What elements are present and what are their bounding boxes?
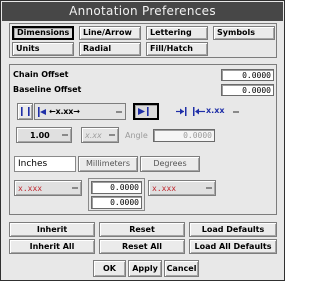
dimension-settings-panel: Chain Offset 0.0000 Baseline Offset 0.00… <box>9 64 277 215</box>
tab-lettering[interactable]: Lettering <box>146 26 208 40</box>
bar-arrow-icon <box>193 107 205 116</box>
ok-button[interactable]: OK <box>93 260 126 277</box>
millimeters-button[interactable]: Millimeters <box>78 156 138 172</box>
arrow-left-toggle-button[interactable] <box>17 103 33 120</box>
tolerance-right-dropdown[interactable]: x.xxx <box>148 180 216 196</box>
angle-label: Angle <box>125 131 148 140</box>
tolerance-values-group: 0.0000 0.0000 <box>88 178 145 211</box>
right-dimension-dropdown-arrow <box>233 111 239 113</box>
arrow-right-toggle-button[interactable] <box>133 103 159 120</box>
dimension-arrow-icon <box>38 107 46 117</box>
angle-style-dropdown-arrow <box>109 134 115 136</box>
bar-left-icon <box>21 107 30 116</box>
right-dimension-glyph: x.xx <box>206 106 225 115</box>
unit-display[interactable]: Inches <box>14 156 76 172</box>
cancel-button[interactable]: Cancel <box>164 260 199 277</box>
tab-radial[interactable]: Radial <box>79 42 141 56</box>
right-dimension-selector[interactable]: x.xx <box>175 105 259 119</box>
chain-offset-field[interactable]: 0.0000 <box>221 69 274 81</box>
tab-units[interactable]: Units <box>12 42 74 56</box>
load-all-defaults-button[interactable]: Load All Defaults <box>189 239 277 254</box>
inherit-all-button[interactable]: Inherit All <box>9 239 95 254</box>
reset-all-button[interactable]: Reset All <box>99 239 185 254</box>
reset-button[interactable]: Reset <box>99 222 185 237</box>
inherit-button[interactable]: Inherit <box>9 222 95 237</box>
tabs-panel: Dimensions Line/Arrow Lettering Symbols … <box>9 23 277 58</box>
load-defaults-button[interactable]: Load Defaults <box>189 222 277 237</box>
text-size-dropdown[interactable]: 1.00 <box>16 127 72 143</box>
angle-style-dropdown[interactable]: x.xx <box>81 127 119 143</box>
tab-symbols[interactable]: Symbols <box>213 26 275 40</box>
window-title: Annotation Preferences <box>2 2 283 21</box>
tolerance-lower-field[interactable]: 0.0000 <box>91 196 142 209</box>
angle-style-glyph: x.xx <box>85 130 102 140</box>
tolerance-upper-field[interactable]: 0.0000 <box>91 181 142 194</box>
arrow-bar-right-icon <box>138 107 149 116</box>
arrow-bar-icon <box>176 107 187 116</box>
tolerance-right-dropdown-arrow <box>206 187 212 189</box>
chain-offset-label: Chain Offset <box>13 70 69 79</box>
baseline-offset-label: Baseline Offset <box>13 85 82 94</box>
degrees-button[interactable]: Degrees <box>140 156 200 172</box>
tolerance-left-glyph: x.xxx <box>18 183 43 193</box>
tolerance-right-glyph: x.xxx <box>152 183 177 193</box>
apply-button[interactable]: Apply <box>128 260 162 277</box>
annotation-preferences-dialog: Annotation Preferences Dimensions Line/A… <box>0 0 285 281</box>
text-size-value: 1.00 <box>30 130 50 140</box>
baseline-offset-field[interactable]: 0.0000 <box>221 84 274 96</box>
tab-dimensions[interactable]: Dimensions <box>12 26 74 40</box>
text-position-dropdown-arrow <box>116 111 122 113</box>
tab-line-arrow[interactable]: Line/Arrow <box>79 26 141 40</box>
tolerance-left-dropdown[interactable]: x.xxx <box>14 180 82 196</box>
text-size-dropdown-arrow <box>62 134 68 136</box>
text-position-selector[interactable]: ←x.xx→ <box>34 103 126 120</box>
angle-field[interactable]: 0.0000 <box>153 129 215 142</box>
text-position-glyph: ←x.xx→ <box>49 107 80 116</box>
tolerance-left-dropdown-arrow <box>72 187 78 189</box>
tab-fill-hatch[interactable]: Fill/Hatch <box>146 42 208 56</box>
